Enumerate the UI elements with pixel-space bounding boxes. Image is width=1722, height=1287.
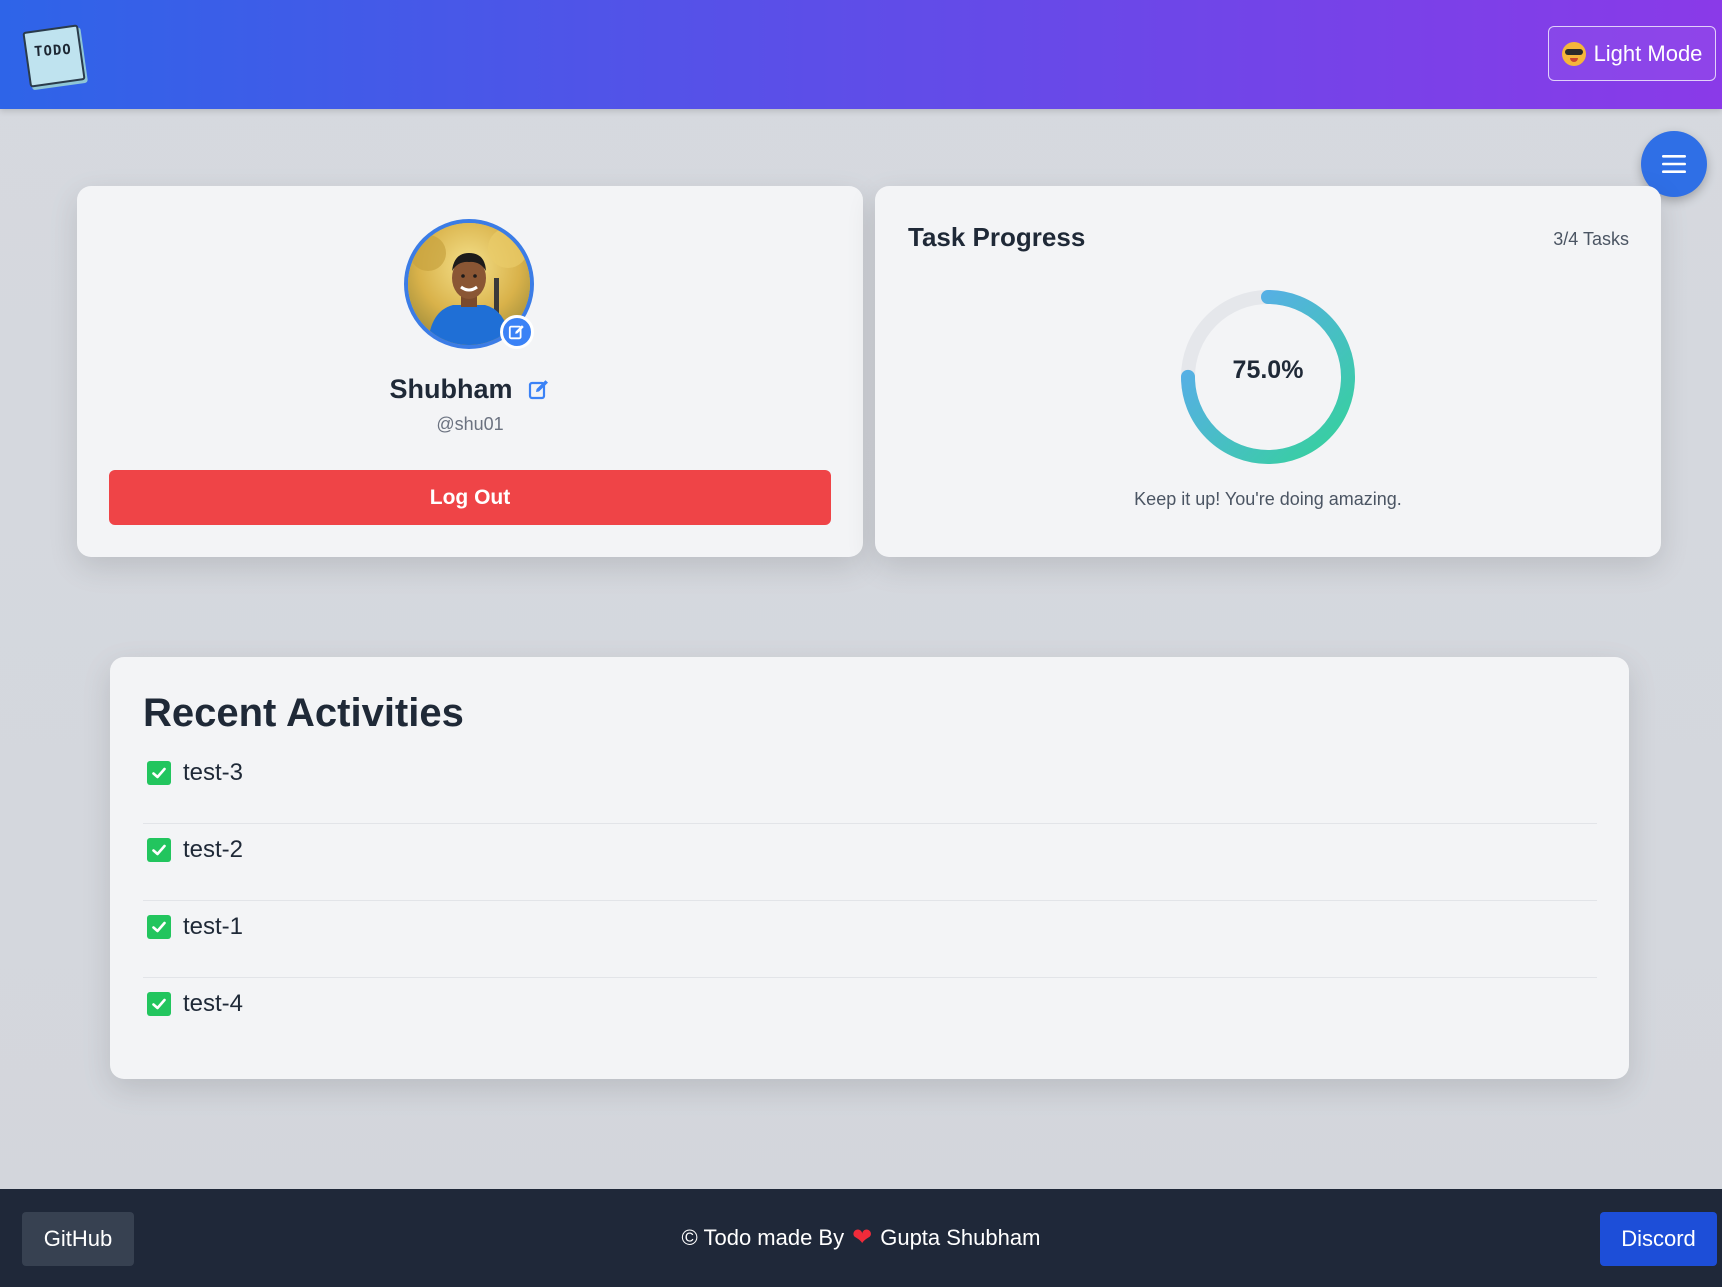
activities-title: Recent Activities bbox=[143, 691, 464, 735]
credit-author: Gupta Shubham bbox=[880, 1225, 1041, 1250]
profile-card: Shubham @shu01 Log Out bbox=[77, 186, 863, 557]
checkbox-checked-icon[interactable] bbox=[147, 838, 171, 862]
logout-button[interactable]: Log Out bbox=[109, 470, 831, 525]
user-handle: @shu01 bbox=[436, 414, 504, 434]
edit-icon bbox=[528, 379, 548, 399]
user-name: Shubham bbox=[389, 374, 513, 404]
edit-icon bbox=[508, 325, 524, 340]
progress-percent: 75.0% bbox=[1232, 356, 1304, 384]
task-count-label: 3/4 Tasks bbox=[1553, 229, 1629, 249]
list-item: test-3 bbox=[143, 747, 1597, 824]
checkbox-checked-icon[interactable] bbox=[147, 992, 171, 1016]
avatar-container bbox=[404, 219, 534, 349]
hamburger-menu-icon bbox=[1662, 155, 1686, 173]
activities-list: test-3 test-2 test-1 test-4 bbox=[143, 747, 1597, 1055]
list-item: test-1 bbox=[143, 901, 1597, 978]
todo-logo[interactable]: TODO bbox=[22, 24, 86, 88]
light-mode-button[interactable]: Light Mode bbox=[1548, 26, 1716, 81]
activity-label: test-1 bbox=[183, 913, 244, 940]
avatar-edit-button[interactable] bbox=[500, 315, 534, 349]
list-item: test-4 bbox=[143, 978, 1597, 1055]
recent-activities-card: Recent Activities test-3 test-2 test-1 t… bbox=[110, 657, 1629, 1079]
progress-message: Keep it up! You're doing amazing. bbox=[1134, 489, 1402, 509]
checkbox-checked-icon[interactable] bbox=[147, 761, 171, 785]
list-item: test-2 bbox=[143, 824, 1597, 901]
footer-credit: © Todo made By ❤ Gupta Shubham bbox=[0, 1225, 1722, 1251]
activity-label: test-4 bbox=[183, 990, 244, 1017]
discord-button[interactable]: Discord bbox=[1600, 1212, 1717, 1266]
progress-title: Task Progress bbox=[908, 222, 1086, 252]
task-progress-card: Task Progress 3/4 Tasks 75.0% Keep it up… bbox=[875, 186, 1661, 557]
app-footer: GitHub © Todo made By ❤ Gupta Shubham Di… bbox=[0, 1189, 1722, 1287]
app-header: TODO Light Mode bbox=[0, 0, 1722, 109]
checkbox-checked-icon[interactable] bbox=[147, 915, 171, 939]
sunglasses-emoji-icon bbox=[1561, 41, 1586, 66]
name-edit-button[interactable] bbox=[527, 378, 551, 402]
activity-label: test-3 bbox=[183, 759, 244, 786]
name-row: Shubham bbox=[77, 374, 863, 405]
light-mode-label: Light Mode bbox=[1593, 40, 1703, 66]
credit-prefix: © Todo made By bbox=[681, 1225, 845, 1250]
activity-label: test-2 bbox=[183, 836, 244, 863]
heart-icon: ❤ bbox=[852, 1224, 873, 1251]
